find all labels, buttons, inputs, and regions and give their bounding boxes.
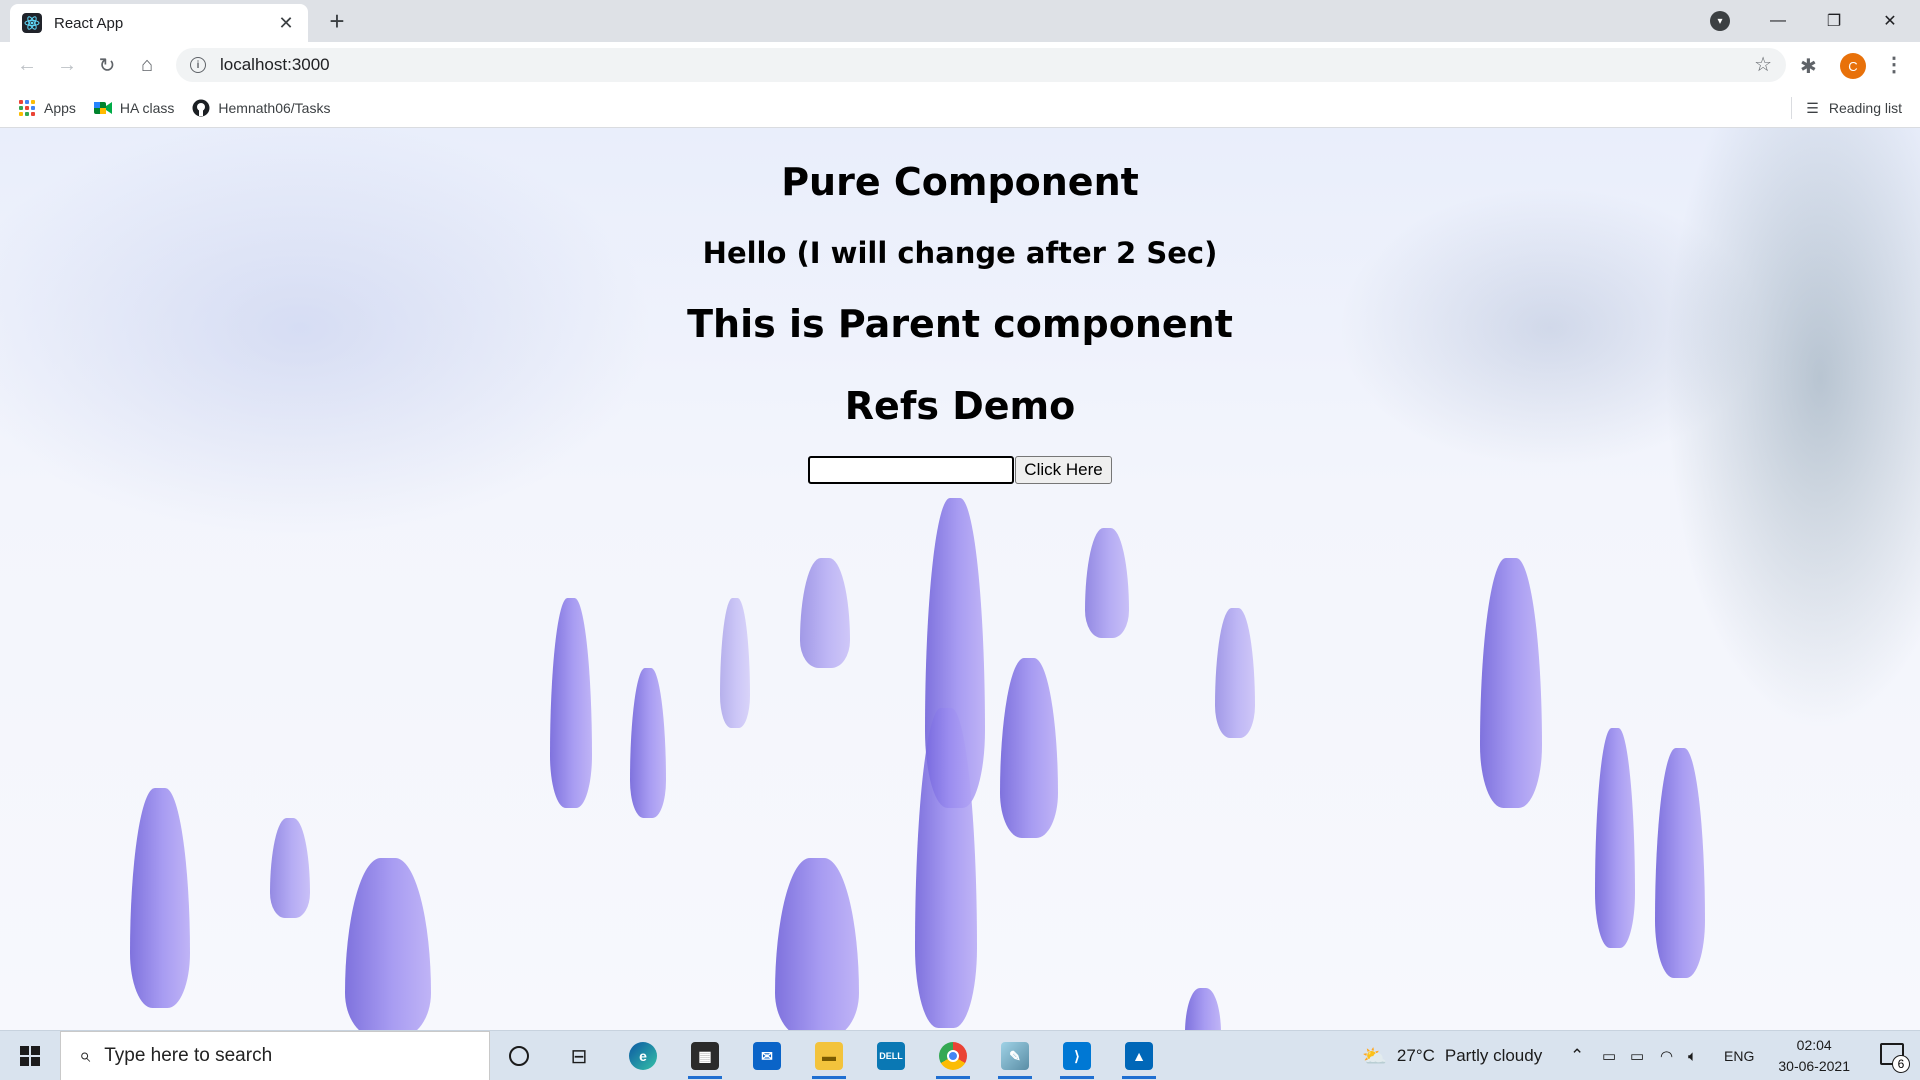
app-root: Pure Component Hello (I will change afte…	[0, 128, 1920, 484]
notification-count-badge: 6	[1892, 1055, 1910, 1073]
active-indicator	[1122, 1076, 1156, 1079]
weather-widget[interactable]: ⛅ 27°C Partly cloudy	[1362, 1031, 1542, 1080]
bookmarks-bar: Apps HA class Hemnath06/Tasks ☰ Reading …	[0, 88, 1920, 128]
active-indicator	[936, 1076, 970, 1079]
mail-icon[interactable]: ✉	[748, 1037, 786, 1075]
bookmark-apps[interactable]: Apps	[18, 99, 76, 117]
active-indicator	[1060, 1076, 1094, 1079]
refs-form: Click Here	[0, 456, 1920, 484]
url-text: localhost:3000	[220, 55, 330, 74]
weather-text: Partly cloudy	[1444, 1046, 1543, 1065]
apps-grid-icon	[18, 99, 36, 117]
clock-time: 02:04	[1796, 1037, 1832, 1053]
battery-icon[interactable]: ▭	[1630, 1031, 1644, 1080]
tab-search-icon[interactable]: ▾	[1710, 11, 1730, 31]
tab-strip: React App ✕ + ▾ — ❐ ✕	[0, 0, 1920, 42]
taskbar-search[interactable]: ⌕ Type here to search	[60, 1031, 490, 1080]
bookmark-label: HA class	[119, 99, 175, 116]
tab-title: React App	[54, 14, 124, 32]
restore-icon[interactable]: ❐	[1806, 0, 1862, 42]
chrome-icon[interactable]	[934, 1037, 972, 1079]
reading-list[interactable]: ☰ Reading list	[1791, 88, 1902, 128]
photos-icon[interactable]: ▲	[1120, 1037, 1158, 1079]
click-here-button[interactable]: Click Here	[1015, 456, 1112, 484]
pure-component-heading: Pure Component	[781, 160, 1139, 204]
cortana-icon[interactable]	[500, 1037, 538, 1075]
show-hidden-icons-icon[interactable]: ⌃	[1570, 1031, 1584, 1080]
start-button[interactable]	[0, 1031, 60, 1080]
reading-list-icon: ☰	[1806, 99, 1819, 116]
search-icon: ⌕	[79, 1044, 91, 1067]
address-bar[interactable]: i localhost:3000 ☆	[176, 48, 1786, 82]
site-info-icon[interactable]: i	[190, 57, 206, 73]
dell-icon[interactable]: DELL	[872, 1037, 910, 1075]
search-placeholder: Type here to search	[104, 1045, 273, 1066]
ref-text-input[interactable]	[808, 456, 1015, 484]
notepad-icon[interactable]: ✎	[996, 1037, 1034, 1079]
partly-cloudy-icon: ⛅	[1362, 1045, 1387, 1068]
react-icon	[22, 13, 42, 33]
windows-logo-icon	[20, 1046, 40, 1066]
active-indicator	[812, 1076, 846, 1079]
divider	[1791, 97, 1793, 119]
extensions-icon[interactable]: ✱	[1800, 54, 1817, 79]
store-icon[interactable]: ▦	[686, 1037, 724, 1079]
task-view-icon[interactable]: ⊟	[560, 1037, 598, 1075]
bookmark-label: Hemnath06/Tasks	[218, 99, 331, 116]
close-tab-icon[interactable]: ✕	[276, 13, 296, 34]
bookmark-github-tasks[interactable]: Hemnath06/Tasks	[192, 99, 330, 117]
weather-temp: 27°C	[1396, 1046, 1435, 1065]
profile-avatar[interactable]: C	[1840, 53, 1866, 79]
meet-icon	[93, 99, 112, 117]
wifi-icon[interactable]: ◠	[1660, 1031, 1673, 1080]
browser-toolbar: ← → ↻ ⌂ i localhost:3000 ☆ ✱ C ⋮	[0, 42, 1920, 88]
reload-icon[interactable]: ↻	[92, 50, 122, 80]
vscode-icon[interactable]: ⟩	[1058, 1037, 1096, 1079]
more-menu-icon[interactable]: ⋮	[1884, 52, 1904, 77]
home-icon[interactable]: ⌂	[132, 50, 162, 80]
back-icon[interactable]: ←	[12, 50, 42, 80]
clock-date: 30-06-2021	[1778, 1058, 1850, 1074]
volume-icon[interactable]: 🔈︎	[1688, 1031, 1697, 1080]
meet-now-icon[interactable]: ▭	[1602, 1031, 1616, 1080]
parent-component-heading: This is Parent component	[687, 302, 1233, 346]
reading-list-label: Reading list	[1828, 100, 1902, 116]
active-indicator	[998, 1076, 1032, 1079]
edge-icon[interactable]: e	[624, 1037, 662, 1075]
github-icon	[192, 99, 210, 117]
bookmark-ha-class[interactable]: HA class	[93, 99, 175, 117]
bookmark-label: Apps	[44, 99, 76, 116]
windows-taskbar: ⌕ Type here to search ⊟ e ▦ ✉ ▬ DELL ✎ ⟩…	[0, 1030, 1920, 1080]
system-clock[interactable]: 02:04 30-06-2021	[1778, 1035, 1850, 1077]
minimize-icon[interactable]: —	[1750, 0, 1806, 42]
bookmark-star-icon[interactable]: ☆	[1754, 52, 1772, 77]
close-window-icon[interactable]: ✕	[1862, 0, 1918, 42]
tab-react-app[interactable]: React App ✕	[10, 4, 308, 42]
new-tab-icon[interactable]: +	[322, 6, 352, 36]
page-viewport: Pure Component Hello (I will change afte…	[0, 128, 1920, 1030]
hello-heading: Hello (I will change after 2 Sec)	[702, 236, 1218, 270]
refs-demo-heading: Refs Demo	[844, 384, 1076, 428]
forward-icon[interactable]: →	[52, 50, 82, 80]
active-indicator	[688, 1076, 722, 1079]
language-indicator[interactable]: ENG	[1724, 1031, 1754, 1080]
file-explorer-icon[interactable]: ▬	[810, 1037, 848, 1079]
